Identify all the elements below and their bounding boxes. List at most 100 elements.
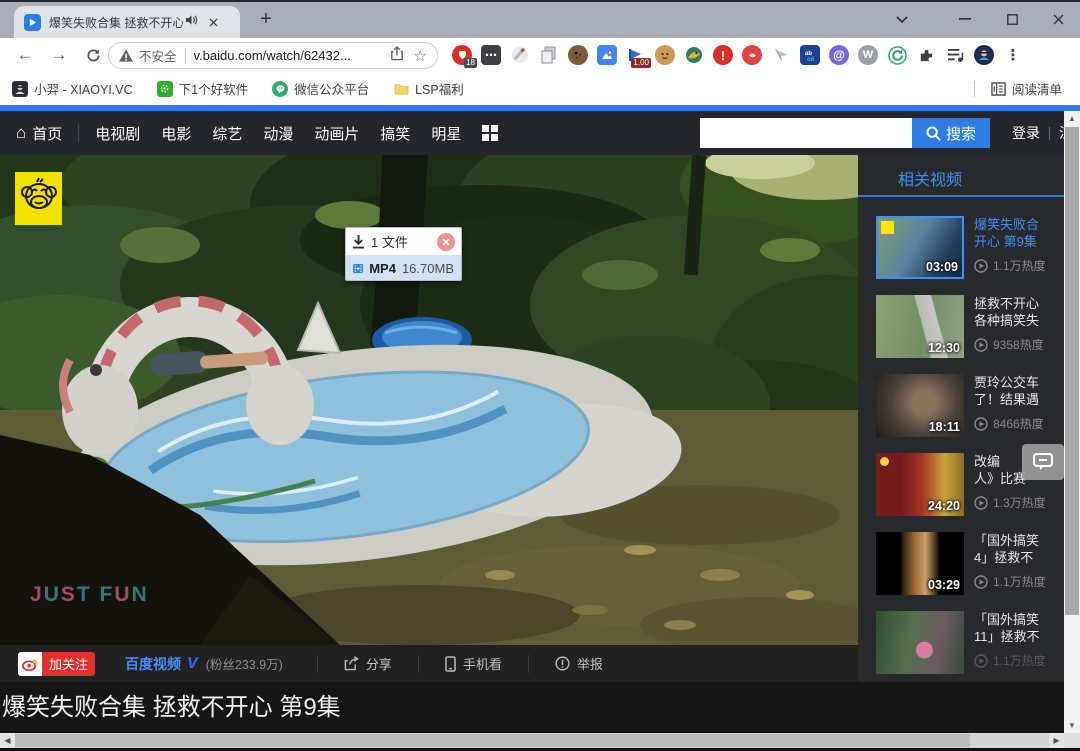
alert-extension-icon[interactable]: ! [713, 45, 733, 65]
close-window-button[interactable] [1036, 0, 1080, 38]
kebab-menu-icon[interactable]: ⋮ [1003, 45, 1023, 65]
video-title-line[interactable]: 11」拯救不 [974, 628, 1064, 645]
w-extension-icon[interactable]: W [858, 45, 878, 65]
video-title-line[interactable]: 拯救不开心 [974, 295, 1064, 312]
minimize-button[interactable] [943, 0, 987, 38]
video-title-line[interactable]: 「国外搞笑 [974, 611, 1064, 628]
download-close-icon[interactable] [437, 232, 455, 251]
related-video-item[interactable]: 18:11 贾玲公交车 了！结果遇 8466热度 [858, 374, 1064, 437]
tab-search-chevron-icon[interactable] [880, 0, 924, 38]
related-video-item[interactable]: 12:30 拯救不开心 各种搞笑失 9358热度 [858, 295, 1064, 358]
download-popup[interactable]: 1 文件 MP4 16.70MB [345, 227, 462, 281]
video-title-line[interactable]: 了！结果遇 [974, 391, 1064, 408]
nav-link-funny[interactable]: 搞笑 [380, 123, 410, 144]
back-button[interactable]: ← [12, 42, 38, 68]
address-bar[interactable]: 不安全 v.baidu.com/watch/62432... ☆ [108, 42, 438, 69]
red-dot-extension-icon[interactable] [742, 45, 762, 65]
comment-bubble-icon [1033, 453, 1053, 470]
tab-close-icon[interactable] [205, 14, 222, 31]
bookmark-wechat[interactable]: 微信公众平台 [272, 79, 369, 98]
video-thumbnail[interactable]: 12:30 [876, 295, 964, 358]
browser-tab[interactable]: 爆笑失败合集 拯救不开心 第 [14, 6, 240, 38]
highlighter-extension-icon[interactable] [510, 45, 530, 65]
video-title-line[interactable]: 「国外搞笑 [974, 532, 1064, 549]
copy-pages-extension-icon[interactable] [539, 45, 559, 65]
tab-title: 爆笑失败合集 拯救不开心 第 [49, 15, 183, 30]
forward-button[interactable]: → [46, 42, 72, 68]
nav-link-tv[interactable]: 电视剧 [95, 123, 140, 144]
scroll-up-arrow[interactable]: ▲ [1064, 111, 1080, 126]
video-title-line[interactable]: 贾玲公交车 [974, 374, 1064, 391]
play-count-icon [974, 258, 988, 273]
translate-extension-icon[interactable]: ab cd [800, 45, 820, 65]
follow-widget[interactable]: 加关注 [18, 651, 96, 676]
video-title-line[interactable]: 爆笑失败合 [974, 216, 1064, 233]
bookmark-star-icon[interactable]: ☆ [414, 47, 427, 65]
share-button[interactable]: 分享 [316, 654, 418, 673]
horizontal-scrollbar-thumb[interactable] [15, 734, 970, 747]
video-thumbnail[interactable]: 03:09 [876, 216, 964, 279]
search-button[interactable]: 搜索 [912, 118, 990, 148]
horizontal-scrollbar[interactable]: ◀ ▶ [0, 733, 1064, 748]
bird-extension-icon[interactable] [684, 45, 704, 65]
scroll-right-arrow[interactable]: ▶ [1049, 733, 1064, 748]
refresh-extension-icon[interactable] [887, 45, 907, 65]
tampermonkey-extension-icon[interactable] [655, 45, 675, 65]
video-thumbnail[interactable] [876, 611, 964, 674]
adguard-extension-icon[interactable]: 18 [452, 45, 477, 68]
maximize-button[interactable] [990, 0, 1034, 38]
channel-name[interactable]: 百度视频 [125, 654, 181, 674]
follow-button[interactable]: 加关注 [42, 651, 96, 676]
nav-link-movie[interactable]: 电影 [161, 123, 191, 144]
play-count-icon [974, 574, 988, 589]
vertical-scrollbar[interactable]: ▲ ▼ [1064, 111, 1080, 733]
tab-audio-icon[interactable] [185, 13, 199, 31]
video-player[interactable]: 1 文件 MP4 16.70MB JUST FUN [0, 155, 858, 645]
at-sign-extension-icon[interactable]: @ [829, 45, 849, 65]
scroll-down-arrow[interactable]: ▼ [1064, 718, 1080, 733]
photos-extension-icon[interactable] [597, 45, 617, 65]
scroll-left-arrow[interactable]: ◀ [0, 733, 15, 748]
video-title-line[interactable]: 各种搞笑失 [974, 312, 1064, 329]
nav-link-cartoon[interactable]: 动画片 [314, 123, 359, 144]
puzzle-extensions-icon[interactable] [916, 45, 936, 65]
report-button[interactable]: 举报 [527, 654, 629, 673]
video-flag-extension-icon[interactable]: 1.00 [626, 45, 651, 68]
new-tab-button[interactable]: + [252, 5, 280, 33]
video-thumbnail[interactable]: 24:20 [876, 453, 964, 516]
download-file-row[interactable]: MP4 16.70MB [346, 255, 461, 280]
related-video-item[interactable]: 「国外搞笑 11」拯救不 1.1万热度 [858, 611, 1064, 674]
share-icon[interactable] [390, 45, 404, 66]
nav-link-star[interactable]: 明星 [431, 123, 461, 144]
cursor-extension-icon[interactable] [771, 45, 791, 65]
related-video-item[interactable]: 03:09 爆笑失败合 开心 第9集 1.1万热度 [858, 216, 1064, 279]
video-title-line[interactable]: 4」拯救不 [974, 549, 1064, 566]
more-tools-extension-icon[interactable]: ⋯ [481, 45, 501, 65]
comment-bubble-overlay[interactable] [1022, 444, 1064, 480]
search-input[interactable] [700, 118, 912, 148]
bookmark-xiaoyi[interactable]: 小羿 - XIAOYI.VC [12, 79, 133, 98]
related-video-item[interactable]: 03:29 「国外搞笑 4」拯救不 1.1万热度 [858, 532, 1064, 595]
bookmark-lsp-folder[interactable]: LSP福利 [393, 79, 464, 98]
play-count-icon [974, 337, 988, 352]
mobile-watch-button[interactable]: 手机看 [417, 654, 528, 673]
nav-more-grid-icon[interactable] [482, 125, 499, 141]
vertical-scrollbar-thumb[interactable] [1065, 127, 1079, 615]
cookie-extension-icon[interactable] [568, 45, 588, 65]
bookmark-software[interactable]: 下1个好软件 [156, 79, 248, 98]
video-title-line[interactable]: 开心 第9集 [974, 233, 1064, 250]
related-videos-header[interactable]: 相关视频 [898, 166, 962, 190]
reading-list-button[interactable]: 阅读清单 [973, 72, 1062, 105]
profile-avatar[interactable] [974, 45, 994, 65]
nav-home-link[interactable]: ⌂ 首页 [16, 123, 62, 144]
video-thumbnail[interactable]: 03:29 [876, 532, 964, 595]
nav-link-anime[interactable]: 动漫 [263, 123, 293, 144]
video-thumbnail[interactable]: 18:11 [876, 374, 964, 437]
nav-link-variety[interactable]: 综艺 [212, 123, 242, 144]
playlist-extension-icon[interactable] [945, 45, 965, 65]
download-popup-header[interactable]: 1 文件 [346, 228, 461, 255]
bookbar-divider [973, 80, 975, 97]
login-link[interactable]: 登录 [1012, 123, 1040, 143]
download-format: MP4 [369, 261, 396, 276]
reload-button[interactable] [80, 42, 106, 68]
